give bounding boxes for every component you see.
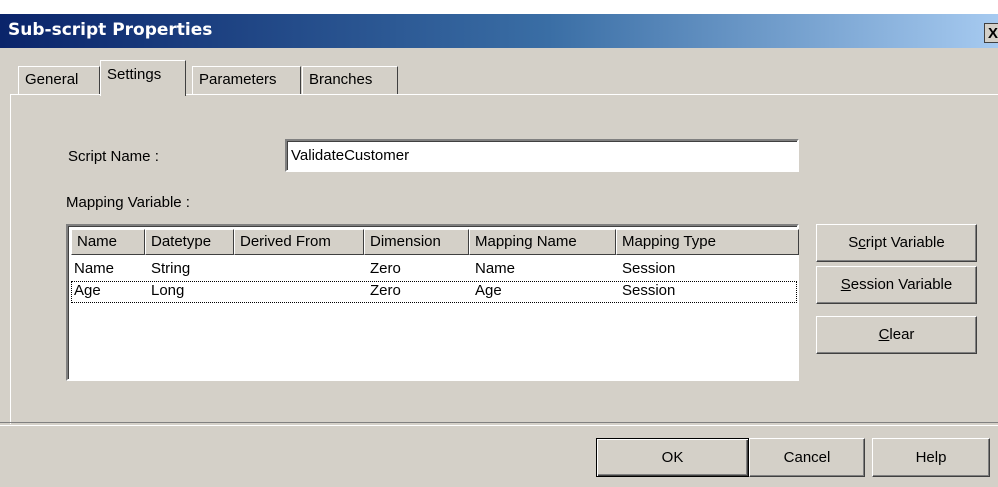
column-header-derived-from[interactable]: Derived From: [234, 229, 364, 255]
footer-separator: [0, 422, 998, 426]
mapping-variable-list[interactable]: Name Datetype Derived From Dimension Map…: [66, 224, 799, 381]
cell-name: Age: [74, 282, 101, 299]
tab-parameters[interactable]: Parameters: [192, 66, 301, 94]
dialog-title: Sub-script Properties: [8, 20, 213, 40]
button-label-mnemonic: C: [878, 326, 890, 343]
tab-settings[interactable]: Settings: [100, 60, 186, 96]
script-variable-button[interactable]: Script Variable: [816, 224, 977, 262]
close-icon: X: [988, 25, 998, 42]
button-label: S: [848, 234, 859, 251]
cell-datetype: String: [151, 260, 191, 277]
close-button[interactable]: X: [984, 23, 998, 43]
cell-dimension: Zero: [370, 282, 401, 299]
button-label-mnemonic: c: [858, 234, 866, 251]
sub-script-properties-dialog: Sub-script Properties X General Settings…: [0, 0, 998, 487]
table-row[interactable]: Age Long Zero Age Session: [71, 281, 797, 303]
cancel-button[interactable]: Cancel: [749, 438, 865, 477]
script-name-value: ValidateCustomer: [291, 147, 410, 164]
tab-label: General: [25, 71, 79, 88]
help-button[interactable]: Help: [872, 438, 990, 477]
cell-mapping-name: Name: [475, 260, 516, 277]
column-header-name[interactable]: Name: [71, 229, 145, 255]
button-label-mnemonic: S: [840, 276, 851, 293]
top-strip: [0, 0, 998, 14]
tab-label: Parameters: [199, 71, 277, 88]
column-header-dimension[interactable]: Dimension: [364, 229, 469, 255]
tab-branches[interactable]: Branches: [302, 66, 398, 94]
cell-mapping-type: Session: [622, 260, 676, 277]
clear-button[interactable]: Clear: [816, 316, 977, 354]
cell-name: Name: [74, 260, 115, 277]
ok-button[interactable]: OK: [596, 438, 749, 477]
tab-general[interactable]: General: [18, 66, 100, 94]
column-header-datetype[interactable]: Datetype: [145, 229, 234, 255]
cell-mapping-type: Session: [622, 282, 676, 299]
cell-dimension: Zero: [370, 260, 401, 277]
script-name-input[interactable]: ValidateCustomer: [285, 139, 799, 172]
cell-datetype: Long: [151, 282, 185, 299]
mapping-variable-label: Mapping Variable :: [66, 194, 190, 211]
button-label: ession Variable: [850, 276, 953, 293]
script-name-label: Script Name :: [68, 148, 159, 165]
tab-label: Branches: [309, 71, 373, 88]
title-bar[interactable]: Sub-script Properties X: [0, 14, 998, 48]
table-row[interactable]: Name String Zero Name Session: [71, 259, 797, 281]
tab-label: Settings: [107, 66, 162, 83]
session-variable-button[interactable]: Session Variable: [816, 266, 977, 304]
column-header-mapping-type[interactable]: Mapping Type: [616, 229, 799, 255]
button-label: ript Variable: [865, 234, 945, 251]
cell-mapping-name: Age: [475, 282, 502, 299]
button-label: lear: [889, 326, 915, 343]
column-header-mapping-name[interactable]: Mapping Name: [469, 229, 616, 255]
